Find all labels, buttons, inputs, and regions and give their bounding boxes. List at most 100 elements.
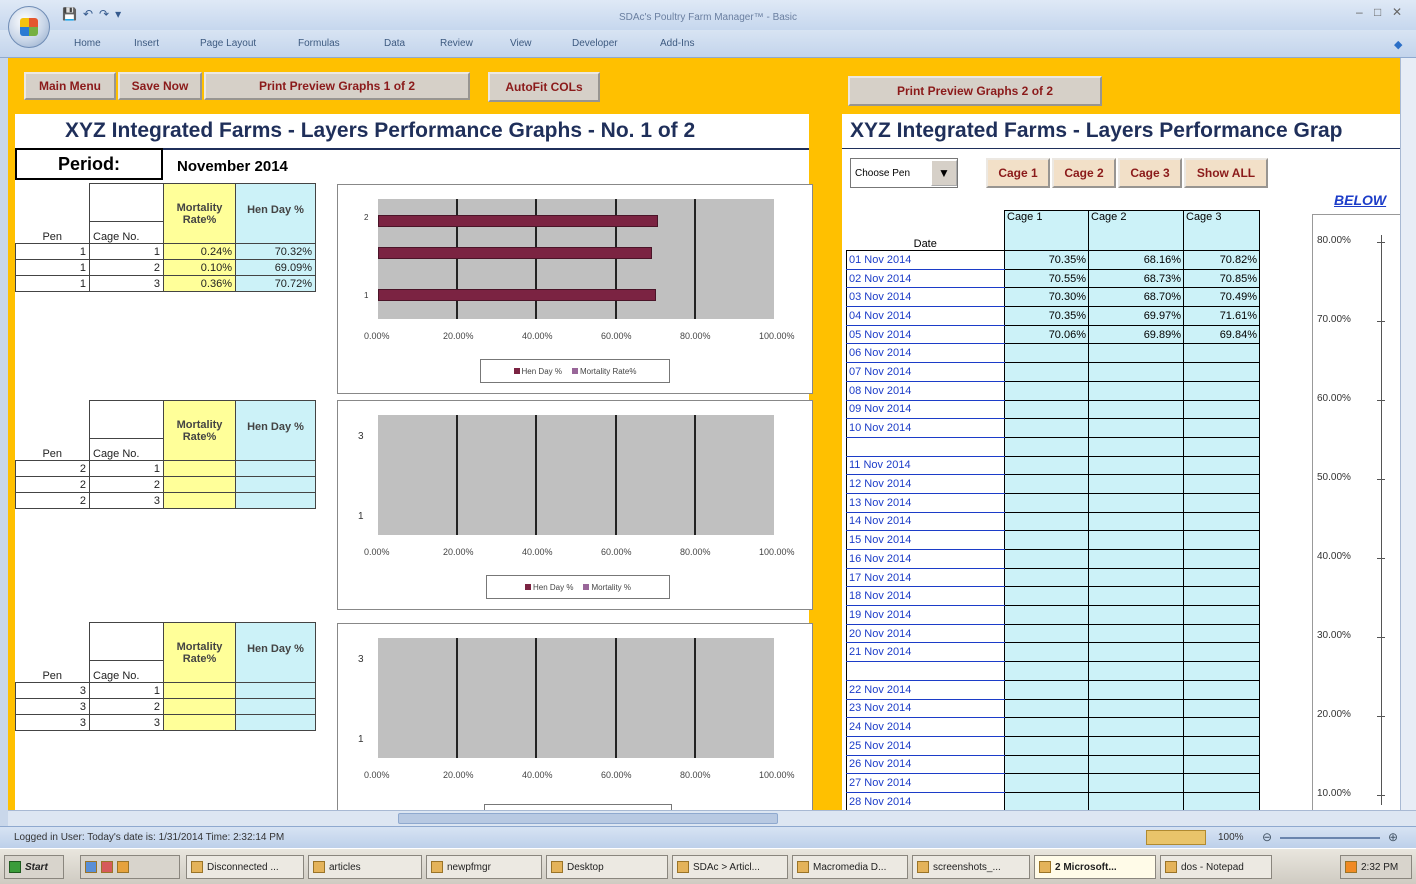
cage2-cell[interactable] <box>1088 698 1184 719</box>
cage2-cell[interactable] <box>1088 754 1184 775</box>
tab-formulas[interactable]: Formulas <box>298 38 340 49</box>
tab-review[interactable]: Review <box>440 38 473 49</box>
cage2-cell[interactable] <box>1088 455 1184 476</box>
taskbar-item[interactable]: Disconnected ... <box>186 855 304 879</box>
date-cell[interactable] <box>846 436 1005 457</box>
date-cell[interactable]: 26 Nov 2014 <box>846 754 1005 775</box>
cage1-cell[interactable] <box>1004 567 1089 588</box>
cage2-cell[interactable] <box>1088 492 1184 513</box>
cage3-cell[interactable] <box>1183 567 1260 588</box>
cage-3-button[interactable]: Cage 3 <box>1118 158 1182 188</box>
cage1-cell[interactable] <box>1004 679 1089 700</box>
cage1-cell[interactable] <box>1004 717 1089 737</box>
cage3-cell[interactable] <box>1183 474 1260 494</box>
tab-data[interactable]: Data <box>384 38 405 49</box>
date-cell[interactable]: 19 Nov 2014 <box>846 605 1005 625</box>
pen-cell[interactable]: 2 <box>15 460 90 477</box>
cage1-cell[interactable] <box>1004 586 1089 607</box>
cage2-cell[interactable] <box>1088 586 1184 607</box>
date-cell[interactable]: 28 Nov 2014 <box>846 791 1005 810</box>
cage3-cell[interactable] <box>1183 605 1260 625</box>
cage1-cell[interactable] <box>1004 754 1089 775</box>
cage2-cell[interactable] <box>1088 623 1184 644</box>
cage1-cell[interactable] <box>1004 436 1089 457</box>
cage3-cell[interactable]: 70.49% <box>1183 287 1260 308</box>
cage-cell[interactable]: 3 <box>89 492 164 509</box>
cage1-cell[interactable]: 70.06% <box>1004 324 1089 345</box>
minimize-icon[interactable]: – <box>1356 5 1363 19</box>
cage-cell[interactable]: 2 <box>89 259 164 276</box>
date-cell[interactable] <box>846 661 1005 681</box>
taskbar-item[interactable]: 2 Microsoft... <box>1034 855 1156 879</box>
quick-launch-icon[interactable] <box>101 861 113 873</box>
cage3-cell[interactable] <box>1183 661 1260 681</box>
zoom-slider[interactable] <box>1280 837 1380 839</box>
help-icon[interactable]: ◆ <box>1394 38 1402 51</box>
taskbar-item[interactable]: dos - Notepad <box>1160 855 1272 879</box>
print-preview-1-button[interactable]: Print Preview Graphs 1 of 2 <box>204 72 470 100</box>
tab-page-layout[interactable]: Page Layout <box>200 38 256 49</box>
henday-cell[interactable] <box>235 492 316 509</box>
choose-pen-select[interactable]: Choose Pen ▼ <box>850 158 958 188</box>
cage1-cell[interactable]: 70.55% <box>1004 268 1089 289</box>
cage2-cell[interactable]: 68.16% <box>1088 250 1184 270</box>
date-cell[interactable]: 24 Nov 2014 <box>846 717 1005 737</box>
cage3-cell[interactable] <box>1183 735 1260 756</box>
cage3-cell[interactable] <box>1183 362 1260 382</box>
cage2-cell[interactable] <box>1088 567 1184 588</box>
cage1-cell[interactable] <box>1004 474 1089 494</box>
date-cell[interactable]: 13 Nov 2014 <box>846 492 1005 513</box>
cage-cell[interactable]: 1 <box>89 460 164 477</box>
cage2-cell[interactable] <box>1088 717 1184 737</box>
cage2-cell[interactable]: 68.70% <box>1088 287 1184 308</box>
cage3-cell[interactable] <box>1183 492 1260 513</box>
henday-cell[interactable] <box>235 476 316 493</box>
cage1-cell[interactable]: 70.30% <box>1004 287 1089 308</box>
mortality-cell[interactable] <box>163 460 236 477</box>
cage2-cell[interactable]: 69.97% <box>1088 306 1184 326</box>
cage2-cell[interactable] <box>1088 436 1184 457</box>
cage1-cell[interactable] <box>1004 642 1089 663</box>
cage1-cell[interactable] <box>1004 661 1089 681</box>
cage3-cell[interactable]: 70.82% <box>1183 250 1260 270</box>
pen-cell[interactable]: 3 <box>15 682 90 699</box>
cage3-cell[interactable]: 69.84% <box>1183 324 1260 345</box>
cage2-cell[interactable] <box>1088 474 1184 494</box>
date-cell[interactable]: 22 Nov 2014 <box>846 679 1005 700</box>
pen-cell[interactable]: 1 <box>15 259 90 276</box>
taskbar-item[interactable]: screenshots_... <box>912 855 1030 879</box>
pen-cell[interactable]: 3 <box>15 714 90 731</box>
date-cell[interactable]: 23 Nov 2014 <box>846 698 1005 719</box>
chevron-down-icon[interactable]: ▼ <box>931 160 957 186</box>
mortality-cell[interactable]: 0.10% <box>163 259 236 276</box>
main-menu-button[interactable]: Main Menu <box>24 72 116 100</box>
cage1-cell[interactable] <box>1004 698 1089 719</box>
cage1-cell[interactable] <box>1004 362 1089 382</box>
taskbar-item[interactable]: SDAc > Articl... <box>672 855 788 879</box>
date-cell[interactable]: 15 Nov 2014 <box>846 530 1005 550</box>
view-buttons[interactable] <box>1146 830 1206 845</box>
cage-2-button[interactable]: Cage 2 <box>1052 158 1116 188</box>
cage3-cell[interactable] <box>1183 791 1260 810</box>
date-cell[interactable]: 27 Nov 2014 <box>846 773 1005 793</box>
cage2-cell[interactable] <box>1088 380 1184 401</box>
autofit-cols-button[interactable]: AutoFit COLs <box>488 72 600 102</box>
pen-cell[interactable]: 1 <box>15 243 90 260</box>
date-cell[interactable]: 11 Nov 2014 <box>846 455 1005 476</box>
cage1-cell[interactable] <box>1004 399 1089 420</box>
date-cell[interactable]: 16 Nov 2014 <box>846 549 1005 569</box>
cage1-cell[interactable] <box>1004 791 1089 810</box>
cage1-cell[interactable] <box>1004 773 1089 793</box>
cage2-cell[interactable] <box>1088 530 1184 550</box>
cage3-cell[interactable] <box>1183 717 1260 737</box>
below-link[interactable]: BELOW <box>1334 192 1386 208</box>
cage2-cell[interactable] <box>1088 661 1184 681</box>
cage2-cell[interactable] <box>1088 549 1184 569</box>
cage-cell[interactable]: 1 <box>89 682 164 699</box>
date-cell[interactable]: 05 Nov 2014 <box>846 324 1005 345</box>
zoom-in-icon[interactable]: ⊕ <box>1388 830 1398 844</box>
cage3-cell[interactable] <box>1183 418 1260 438</box>
pen-cell[interactable]: 2 <box>15 476 90 493</box>
mortality-cell[interactable] <box>163 682 236 699</box>
quick-launch-icon[interactable] <box>85 861 97 873</box>
